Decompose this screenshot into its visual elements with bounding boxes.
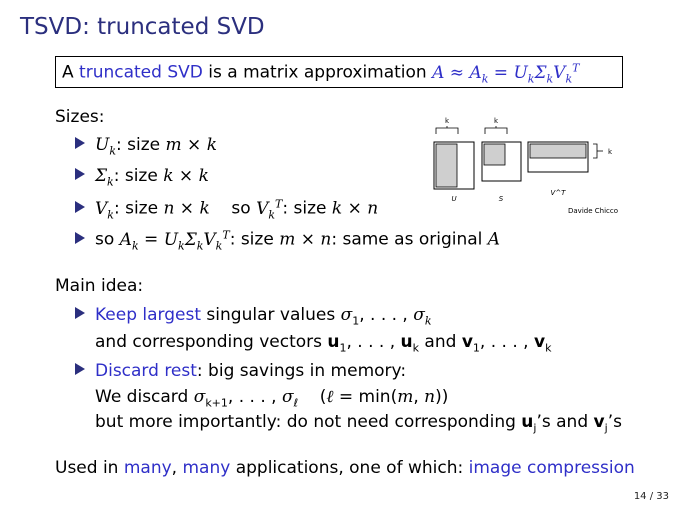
main-idea-point2-line2: We discard σk+1, . . . , σℓ (ℓ = min(m, … xyxy=(95,387,449,410)
diagram-label-k1: k xyxy=(445,117,450,125)
bullet-triangle-icon xyxy=(75,137,85,149)
main-idea-point1-line2: and corresponding vectors u1, . . . , uk… xyxy=(95,332,552,355)
diagram-label-k3: k xyxy=(608,148,613,156)
diagram-label-s: S xyxy=(499,195,504,203)
diagram-label-u: U xyxy=(451,195,456,203)
footer-text: Used in many, many applications, one of … xyxy=(55,458,635,478)
main-idea-point1: Keep largest singular values σ1, . . . ,… xyxy=(75,305,432,327)
main-idea-point2-line3: but more importantly: do not need corres… xyxy=(95,412,622,435)
slide-title: TSVD: truncated SVD xyxy=(20,14,265,40)
size-item-vk: Vk: size n × k so VkT: size k × n xyxy=(75,197,378,221)
main-idea-point2: Discard rest: big savings in memory: xyxy=(75,361,406,381)
bullet-triangle-icon xyxy=(75,200,85,213)
main-idea-heading: Main idea: xyxy=(55,276,144,296)
tsvd-diagram: k k k U S V^T Davide Chicco xyxy=(433,117,618,215)
definition-text: A truncated SVD is a matrix approximatio… xyxy=(62,61,580,86)
link-many-2[interactable]: many xyxy=(182,458,230,478)
definition-formula: A ≈ Ak = UkΣkVkT xyxy=(432,61,580,86)
link-image-compression[interactable]: image compression xyxy=(469,458,635,478)
bullet-triangle-icon xyxy=(75,307,85,319)
link-many-1[interactable]: many xyxy=(124,458,172,478)
diagram-label-k2: k xyxy=(494,117,499,125)
truncated-svd-term: truncated SVD xyxy=(79,62,203,83)
bullet-triangle-icon xyxy=(75,231,85,244)
discard-rest-term: Discard rest xyxy=(95,361,197,381)
diagram-credit: Davide Chicco xyxy=(568,207,618,215)
size-item-uk: Uk: size m × k xyxy=(75,135,217,157)
size-item-ak: so Ak = UkΣkVkT: size m × n: same as ori… xyxy=(75,228,500,252)
keep-largest-term: Keep largest xyxy=(95,305,202,325)
diagram-label-vt: V^T xyxy=(551,189,567,197)
bullet-triangle-icon xyxy=(75,168,85,180)
sizes-heading: Sizes: xyxy=(55,107,105,127)
size-item-sigmak: Σk: size k × k xyxy=(75,166,209,188)
page-number: 14 / 33 xyxy=(633,491,669,502)
bullet-triangle-icon xyxy=(75,363,85,375)
